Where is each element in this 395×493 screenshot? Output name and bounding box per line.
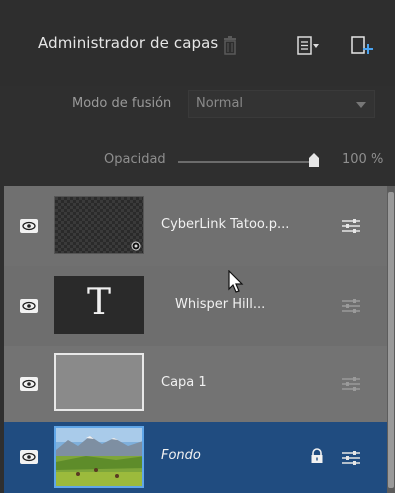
- layer-name: Capa 1: [161, 375, 207, 390]
- landscape-photo-image: [56, 428, 142, 486]
- layer-row-selected[interactable]: Fondo: [4, 422, 387, 493]
- layers-list: CyberLink Tatoo.p... T Whisper Hill... C…: [4, 186, 395, 493]
- lock-icon[interactable]: [310, 448, 324, 464]
- layer-name: Whisper Hill...: [175, 297, 266, 312]
- layer-properties-icon[interactable]: [341, 449, 361, 467]
- layer-menu-icon[interactable]: [296, 34, 320, 58]
- layer-thumbnail: [54, 426, 144, 488]
- layer-name: Fondo: [161, 448, 201, 463]
- eye-icon[interactable]: [20, 377, 38, 391]
- opacity-label: Opacidad: [104, 152, 166, 167]
- blend-mode-value: Normal: [196, 96, 244, 111]
- blend-mode-row: Modo de fusión Normal: [0, 90, 395, 120]
- panel-title: Administrador de capas: [38, 34, 219, 52]
- scrollbar-thumb[interactable]: [388, 192, 394, 488]
- layer-manager-panel: Administrador de capas Modo de fusión No…: [0, 0, 395, 493]
- text-layer-icon: T: [86, 282, 111, 323]
- layer-properties-icon[interactable]: [341, 375, 361, 393]
- blend-mode-select[interactable]: Normal: [188, 90, 375, 118]
- opacity-value: 100 %: [342, 152, 384, 167]
- panel-header: Administrador de capas: [0, 0, 395, 86]
- layer-thumbnail: [54, 353, 144, 411]
- new-layer-icon[interactable]: [350, 34, 374, 58]
- layer-properties-icon[interactable]: [341, 217, 361, 235]
- layer-thumbnail: [54, 196, 144, 254]
- blend-mode-label: Modo de fusión: [72, 96, 172, 111]
- layer-row[interactable]: T Whisper Hill...: [4, 266, 387, 346]
- trash-icon[interactable]: [218, 34, 242, 58]
- layer-row[interactable]: CyberLink Tatoo.p...: [4, 186, 387, 266]
- layer-name: CyberLink Tatoo.p...: [161, 217, 290, 232]
- layer-properties-icon[interactable]: [341, 297, 361, 315]
- eye-icon[interactable]: [20, 219, 38, 233]
- opacity-row: Opacidad 100 %: [0, 150, 395, 174]
- opacity-slider-thumb[interactable]: [309, 152, 319, 167]
- mouse-cursor-icon: [228, 269, 246, 294]
- eye-icon[interactable]: [20, 299, 38, 313]
- link-icon: [131, 241, 141, 251]
- layer-thumbnail: T: [54, 276, 144, 334]
- chevron-down-icon: [356, 102, 366, 108]
- opacity-slider-track[interactable]: [178, 161, 316, 163]
- layer-row[interactable]: Capa 1: [4, 346, 387, 422]
- eye-icon[interactable]: [20, 450, 38, 464]
- layers-scrollbar[interactable]: [387, 186, 395, 493]
